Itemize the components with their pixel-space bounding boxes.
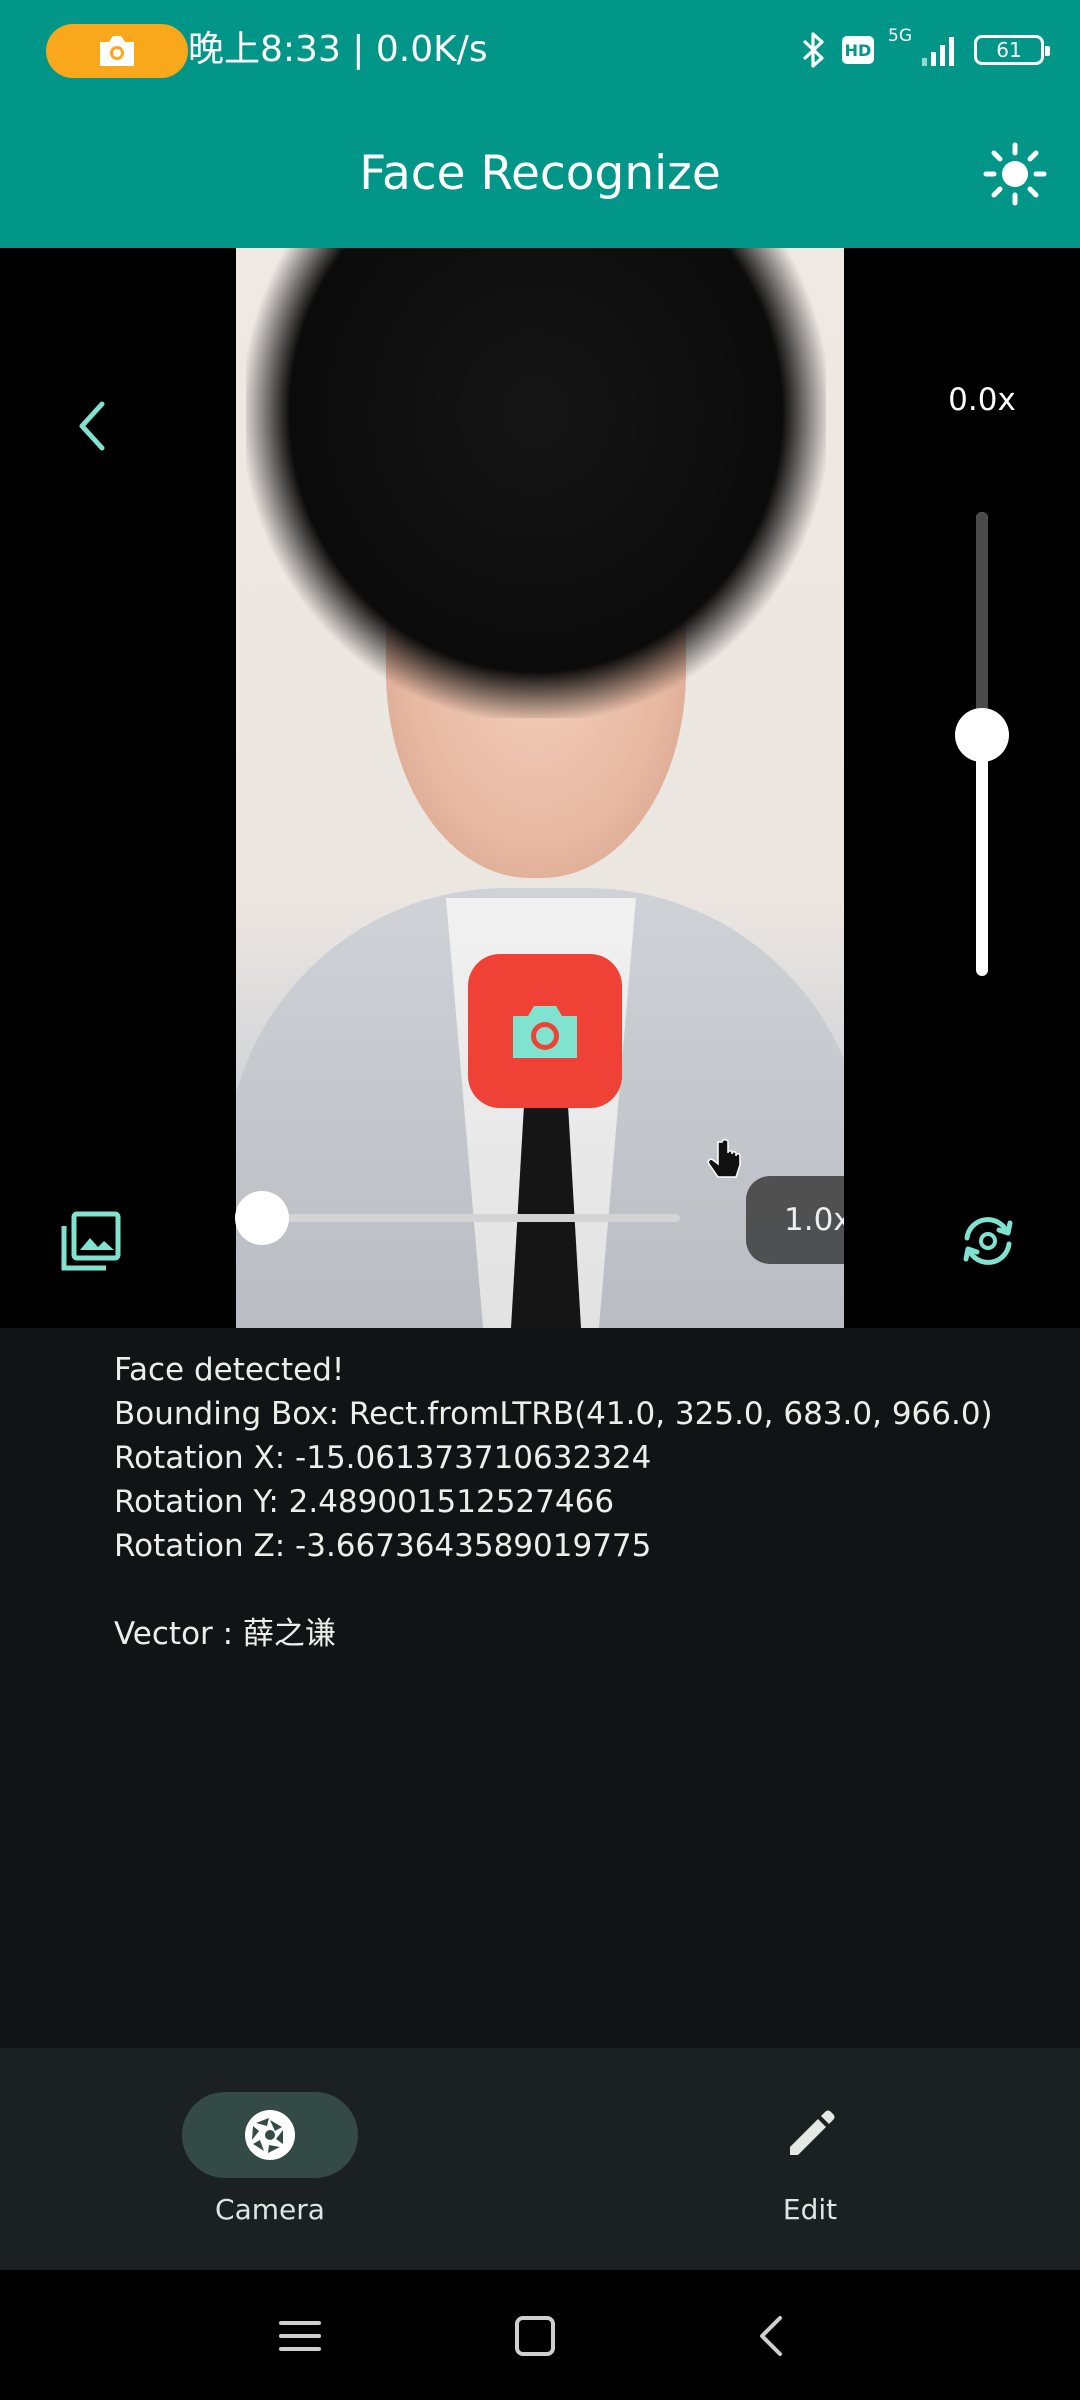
bluetooth-icon (802, 32, 824, 68)
system-navigation-bar (0, 2270, 1080, 2400)
bottom-navigation: Camera Edit (0, 2048, 1080, 2270)
battery-icon: 61 (974, 35, 1050, 65)
signal-icon (922, 37, 954, 66)
zoom-value-label: 0.0x (948, 382, 1016, 418)
zoom-vertical-slider-thumb[interactable] (955, 707, 1009, 762)
zoom-pill[interactable]: 1.0x (746, 1176, 844, 1264)
nav-label-camera: Camera (215, 2193, 325, 2226)
capture-button[interactable] (468, 954, 622, 1108)
status-bar: 晚上8:33 | 0.0K/s HD 5G 61 (0, 0, 1080, 103)
home-icon[interactable] (507, 2308, 563, 2364)
menu-icon[interactable] (272, 2308, 328, 2364)
result-vector: Vector : 薛之谦 (114, 1616, 336, 1652)
result-line: Rotation Y: 2.489001512527466 (114, 1484, 615, 1520)
app-bar: Face Recognize (0, 103, 1080, 248)
gallery-icon[interactable] (58, 1210, 122, 1274)
nav-item-camera[interactable]: Camera (160, 2092, 380, 2242)
nav-item-edit[interactable]: Edit (700, 2092, 920, 2242)
back-icon[interactable] (744, 2308, 800, 2364)
screen-record-pill[interactable] (46, 24, 188, 78)
brightness-icon[interactable] (980, 139, 1050, 209)
network-type: 5G (888, 26, 912, 46)
result-line: Bounding Box: Rect.fromLTRB(41.0, 325.0,… (114, 1396, 993, 1432)
switch-camera-icon[interactable] (955, 1208, 1021, 1274)
result-line: Rotation X: -15.061373710632324 (114, 1440, 652, 1476)
result-spacer (114, 1568, 993, 1612)
hd-icon: HD (842, 36, 874, 64)
back-arrow-icon[interactable] (66, 398, 122, 454)
camera-preview[interactable] (236, 248, 844, 1328)
camera-recording-icon (100, 36, 134, 66)
camera-area: 0.0x 1.0x (0, 248, 1080, 1328)
status-time-speed: 晚上8:33 | 0.0K/s (188, 29, 488, 70)
result-line: Face detected! (114, 1352, 345, 1388)
exposure-slider-thumb[interactable] (235, 1191, 289, 1245)
detection-results: Face detected! Bounding Box: Rect.fromLT… (0, 1328, 1080, 2048)
camera-shutter-icon (245, 2110, 295, 2160)
result-line: Rotation Z: -3.6673643589019775 (114, 1528, 652, 1564)
nav-label-edit: Edit (782, 2193, 838, 2226)
pointer-hand-icon (707, 1139, 741, 1178)
results-text: Face detected! Bounding Box: Rect.fromLT… (114, 1348, 993, 1656)
app-title: Face Recognize (359, 146, 721, 201)
exposure-slider-track[interactable] (262, 1214, 680, 1222)
camera-icon (513, 1006, 577, 1058)
status-icons: HD 5G 61 (798, 22, 1050, 78)
preview-hair (246, 248, 826, 718)
zoom-vertical-slider-track (976, 512, 988, 735)
pencil-icon (790, 2110, 835, 2155)
